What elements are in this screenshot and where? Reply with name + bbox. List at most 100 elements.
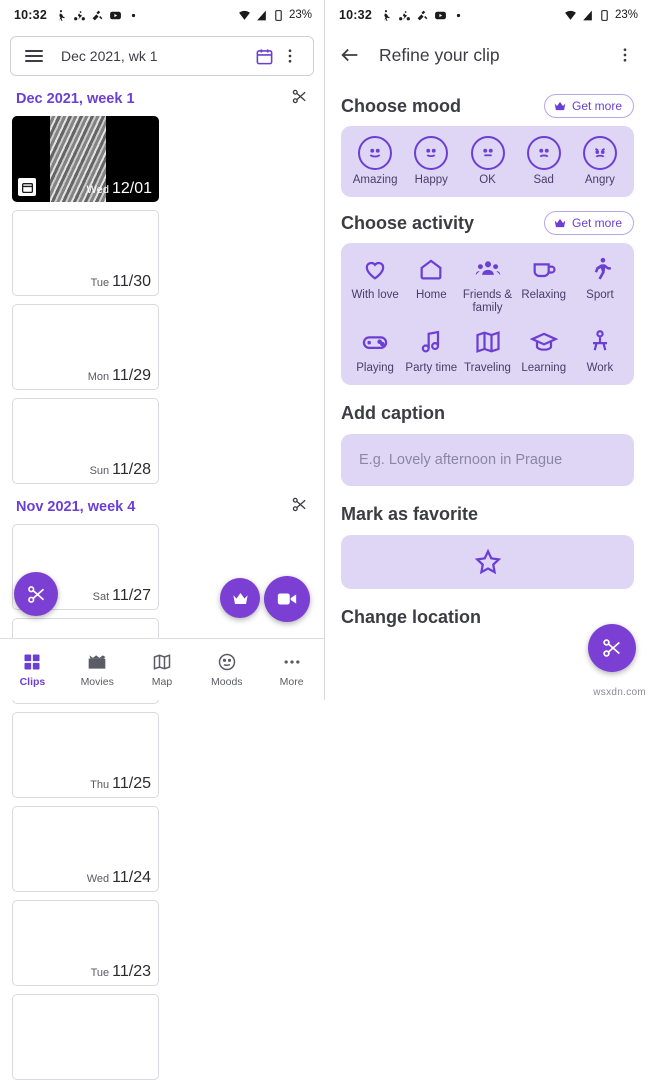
day-cell[interactable]: Tue 11/23 [12, 900, 159, 986]
activity-row-2: Playing Party time Traveling Learning Wo… [347, 326, 628, 375]
activity-panel: With love Home Friends & family Relaxing… [341, 243, 634, 385]
day-cell[interactable]: Wed 11/24 [12, 806, 159, 892]
nav-item-more[interactable]: More [259, 652, 324, 688]
back-arrow-icon[interactable] [337, 42, 363, 68]
mood-option-happy[interactable]: Happy [403, 136, 459, 187]
wifi-icon [238, 9, 251, 22]
clip-fab[interactable] [588, 624, 636, 672]
day-label: Sat 11/27 [93, 587, 151, 605]
more-vertical-icon[interactable] [612, 42, 638, 68]
section-title-mood: Choose mood [341, 95, 461, 116]
day-label: Thu 11/25 [90, 775, 151, 793]
gamepad-icon [359, 326, 391, 358]
day-cell[interactable]: Sun 11/28 [12, 398, 159, 484]
nav-item-movies[interactable]: Movies [65, 652, 130, 688]
day-cell[interactable]: Wed 12/01 [12, 116, 159, 202]
section-title-activity: Choose activity [341, 212, 475, 233]
mood-option-angry[interactable]: Angry [572, 136, 628, 187]
favorite-toggle[interactable] [341, 534, 634, 589]
mood-row: Amazing Happy OK Sad Angry [347, 136, 628, 187]
section-title: Dec 2021, week 1 [16, 91, 135, 107]
activity-label: Traveling [464, 361, 511, 374]
section-title-location: Change location [341, 606, 482, 627]
day-cell[interactable] [12, 994, 159, 1080]
dot-icon [452, 9, 465, 22]
mood-option-sad[interactable]: Sad [516, 136, 572, 187]
nav-item-clips[interactable]: Clips [0, 652, 65, 688]
activity-label: Sport [586, 289, 614, 302]
toolbar-title: Dec 2021, wk 1 [61, 48, 158, 64]
day-weekday: Tue [90, 967, 110, 979]
running-person-icon [584, 253, 616, 285]
nav-label: Clips [19, 675, 46, 688]
day-cell[interactable]: Thu 11/25 [12, 712, 159, 798]
activity-option-home[interactable]: Home [403, 253, 459, 315]
section-header-nov: Nov 2021, week 4 [0, 484, 324, 524]
bottom-navigation: Clips Movies Map Moods More [0, 638, 324, 700]
menu-icon[interactable] [21, 43, 47, 69]
dot-icon [127, 9, 140, 22]
smile-face-icon [414, 136, 449, 170]
activity-option-traveling[interactable]: Traveling [459, 326, 515, 375]
get-more-moods-button[interactable]: Get more [543, 94, 634, 118]
mood-option-amazing[interactable]: Amazing [347, 136, 403, 187]
day-cell[interactable]: Tue 11/30 [12, 210, 159, 296]
record-fab[interactable] [264, 576, 310, 622]
watermark: wsxdn.com [593, 687, 646, 698]
caption-field-wrapper[interactable] [341, 433, 634, 486]
scissors-icon[interactable] [291, 88, 308, 110]
nav-label: More [279, 675, 304, 688]
status-time: 10:32 [339, 8, 372, 22]
day-date: 11/25 [112, 775, 151, 792]
youtube-icon [109, 9, 122, 22]
get-more-label: Get more [571, 216, 622, 231]
day-label: Mon 11/29 [88, 367, 151, 385]
day-cell[interactable]: Mon 11/29 [12, 304, 159, 390]
status-time: 10:32 [14, 8, 47, 22]
status-right-icons: 23% [238, 9, 312, 22]
angry-face-icon [582, 136, 617, 170]
activity-label: With love [351, 289, 399, 302]
clip-fab[interactable] [14, 572, 58, 616]
calendar-icon[interactable] [251, 43, 277, 69]
activity-label: Relaxing [521, 289, 567, 302]
activity-option-with-love[interactable]: With love [347, 253, 403, 315]
mood-label: Angry [584, 174, 615, 186]
left-screen: 10:32 23% Dec 2021, wk 1 Dec 2021, week … [0, 0, 325, 1080]
nav-item-map[interactable]: Map [130, 652, 195, 688]
caption-input[interactable] [357, 450, 618, 469]
get-more-activities-button[interactable]: Get more [543, 211, 634, 236]
activity-option-party-time[interactable]: Party time [403, 326, 459, 375]
workstation-icon [584, 326, 616, 358]
battery-percent: 23% [288, 9, 312, 21]
day-weekday: Sun [89, 465, 110, 477]
map-icon [472, 326, 504, 358]
activity-option-playing[interactable]: Playing [347, 326, 403, 375]
activity-section-header: Choose activity Get more [341, 211, 634, 236]
activity-label: Work [586, 361, 614, 374]
people-icon [472, 253, 504, 285]
day-weekday: Sat [92, 591, 110, 603]
nav-label: Movies [80, 675, 114, 688]
activity-option-sport[interactable]: Sport [572, 253, 628, 315]
activity-option-work[interactable]: Work [572, 326, 628, 375]
day-label: Sun 11/28 [90, 461, 151, 479]
day-label: Tue 11/23 [91, 963, 151, 981]
coffee-cup-icon [528, 253, 560, 285]
scissors-icon[interactable] [291, 496, 308, 518]
day-date: 11/23 [112, 963, 151, 980]
activity-option-relaxing[interactable]: Relaxing [516, 253, 572, 315]
nav-label: Map [151, 675, 173, 688]
mood-label: OK [479, 174, 496, 186]
activity-option-learning[interactable]: Learning [516, 326, 572, 375]
activity-option-friends-family[interactable]: Friends & family [459, 253, 515, 315]
nav-item-moods[interactable]: Moods [194, 652, 259, 688]
tools-icon [416, 9, 429, 22]
status-notification-icons [380, 9, 465, 22]
activity-label: Home [415, 289, 447, 302]
nav-label: Moods [211, 675, 243, 688]
more-vertical-icon[interactable] [277, 43, 303, 69]
get-more-label: Get more [571, 99, 622, 113]
premium-fab[interactable] [220, 578, 260, 618]
mood-option-ok[interactable]: OK [459, 136, 515, 187]
